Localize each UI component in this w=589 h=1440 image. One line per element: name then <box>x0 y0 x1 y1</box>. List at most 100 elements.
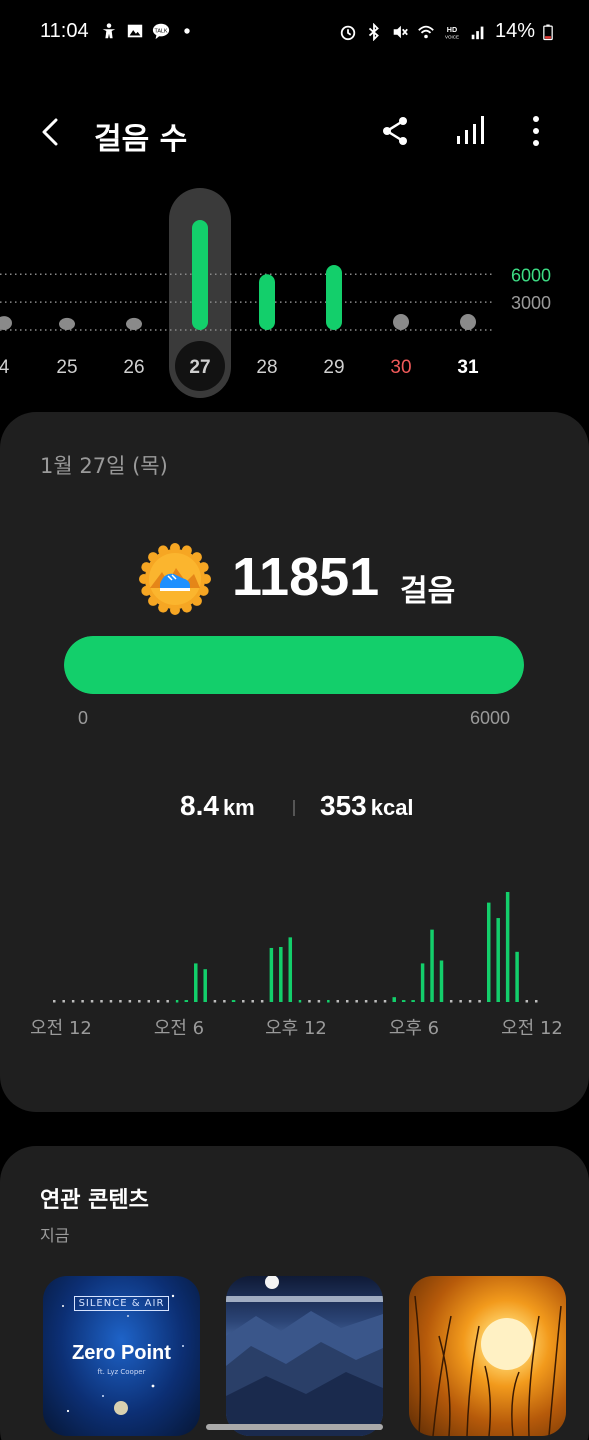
selected-date: 1월 27일 (목) <box>40 454 168 478</box>
image-icon <box>127 24 143 38</box>
zero-point-subtitle: ft. Lyz Cooper <box>97 1368 146 1376</box>
week-day-label-27[interactable]: 27 <box>189 357 210 378</box>
hourly-dot <box>355 1000 358 1003</box>
related-item-mountain-night[interactable] <box>226 1276 383 1436</box>
week-day-label-26[interactable]: 26 <box>123 357 144 378</box>
hourly-dot <box>119 1000 122 1003</box>
week-day-label-4[interactable]: 4 <box>0 357 10 378</box>
mute-icon <box>393 25 408 38</box>
hourly-dot <box>525 1000 529 1003</box>
goal-progress-bar <box>64 636 524 694</box>
zero-point-brand: SILENCE & AIR <box>43 1296 200 1311</box>
steps-row: 11851 걸음 <box>0 540 589 620</box>
hourly-bar <box>269 947 274 1002</box>
hourly-bar <box>288 937 293 1002</box>
hourly-dot <box>147 1000 151 1003</box>
related-content-card: 연관 콘텐츠 지금 SILENCE & AIR Zero Point ft. L… <box>0 1146 589 1440</box>
related-title: 연관 콘텐츠 <box>40 1188 149 1213</box>
back-arrow-icon[interactable] <box>36 112 68 152</box>
more-options-icon[interactable] <box>526 114 546 148</box>
week-bar-31[interactable] <box>460 314 476 330</box>
hourly-dot <box>260 1000 264 1003</box>
alarm-icon <box>340 25 356 40</box>
week-bar-26[interactable] <box>126 317 142 330</box>
distance-value: 8.4 <box>180 790 219 821</box>
talk-icon: TALK <box>152 23 170 40</box>
distance-unit: km <box>222 795 255 820</box>
hourly-steps-chart[interactable]: 오전 12 오전 6 오후 12 오후 6 오전 12 <box>0 892 589 1072</box>
hourly-dot <box>81 1000 84 1003</box>
hourly-dot <box>128 1000 132 1003</box>
related-item-zero-point[interactable]: SILENCE & AIR Zero Point ft. Lyz Cooper <box>43 1276 200 1436</box>
sunset-grass-image <box>414 1295 562 1436</box>
hourly-bar <box>430 929 434 1002</box>
hourly-dot <box>327 1000 330 1003</box>
hourly-dot <box>449 1000 453 1003</box>
week-bar-4[interactable] <box>0 316 12 330</box>
distance-stat: 8.4 km <box>180 790 255 822</box>
hourly-dot <box>138 1000 141 1003</box>
hourly-dot <box>535 1000 538 1003</box>
goal-progress-fill <box>64 636 524 694</box>
bluetooth-icon <box>368 22 379 41</box>
hourly-bar <box>505 892 510 1002</box>
hourly-tick-label: 오후 6 <box>389 1018 439 1039</box>
hourly-bar <box>231 1000 236 1002</box>
calories-value: 353 <box>320 790 367 821</box>
battery-percent: 14% <box>494 20 535 42</box>
weekly-steps-chart[interactable]: 6000 3000 4 25 26 27 28 29 30 31 <box>0 186 589 398</box>
mountain-image <box>226 1276 383 1436</box>
hourly-dot <box>109 1000 113 1003</box>
daily-summary-card: 1월 27일 (목) 11851 걸음 0 6000 8.4 km 353 kcal… <box>0 412 589 1112</box>
ref-label-6000: 6000 <box>511 265 551 285</box>
hourly-dot <box>251 1000 254 1003</box>
page-title: 걸음 수 <box>94 122 188 157</box>
hourly-tick-label: 오전 12 <box>30 1018 92 1039</box>
hourly-dot <box>71 1000 75 1003</box>
hourly-dot <box>345 1000 349 1003</box>
hourly-bar <box>515 951 519 1002</box>
status-right-icons: HD VOICE 14% <box>339 20 553 43</box>
step-count: 11851 <box>232 547 380 607</box>
svg-text:TALK: TALK <box>154 28 167 34</box>
hourly-dot <box>308 1000 311 1003</box>
ref-label-3000: 3000 <box>511 293 551 313</box>
stat-divider <box>293 800 295 816</box>
week-bar-29[interactable] <box>326 265 342 330</box>
home-indicator[interactable] <box>206 1424 383 1430</box>
hourly-dot <box>298 1000 302 1003</box>
week-day-label-31[interactable]: 31 <box>457 357 479 378</box>
hourly-tick-label: 오전 12 <box>501 1018 563 1039</box>
hourly-bar <box>184 1000 189 1002</box>
step-unit: 걸음 <box>400 574 456 609</box>
calories-unit: kcal <box>370 795 414 820</box>
week-day-label-29[interactable]: 29 <box>323 357 344 378</box>
hourly-dot <box>478 1000 481 1003</box>
hourly-dot <box>383 1000 387 1003</box>
hourly-dot <box>242 1000 245 1003</box>
signal-icon <box>471 26 484 39</box>
hourly-bar <box>420 963 425 1002</box>
hourly-dot <box>100 1000 103 1003</box>
status-left-icons: TALK <box>100 22 196 40</box>
related-item-sunset[interactable] <box>409 1276 566 1436</box>
hourly-bar <box>411 1000 415 1002</box>
hourly-tick-label: 오후 12 <box>265 1018 327 1039</box>
dot-icon <box>184 28 190 34</box>
status-time: 11:04 <box>40 20 89 42</box>
hourly-dot <box>62 1000 65 1003</box>
week-bar-25[interactable] <box>59 317 75 330</box>
week-bar-30[interactable] <box>393 314 409 330</box>
related-subtitle: 지금 <box>40 1226 70 1245</box>
hourly-dot <box>53 1000 56 1003</box>
week-bar-28[interactable] <box>259 274 275 330</box>
share-icon[interactable] <box>378 114 412 148</box>
hourly-bar <box>194 963 198 1002</box>
week-day-label-30[interactable]: 30 <box>390 357 411 378</box>
week-bar-27[interactable] <box>192 220 208 330</box>
hourly-bar <box>203 969 207 1002</box>
hourly-dot <box>459 1000 462 1003</box>
week-day-label-25[interactable]: 25 <box>56 357 77 378</box>
trends-chart-icon[interactable] <box>454 112 488 148</box>
week-day-label-28[interactable]: 28 <box>256 357 277 378</box>
